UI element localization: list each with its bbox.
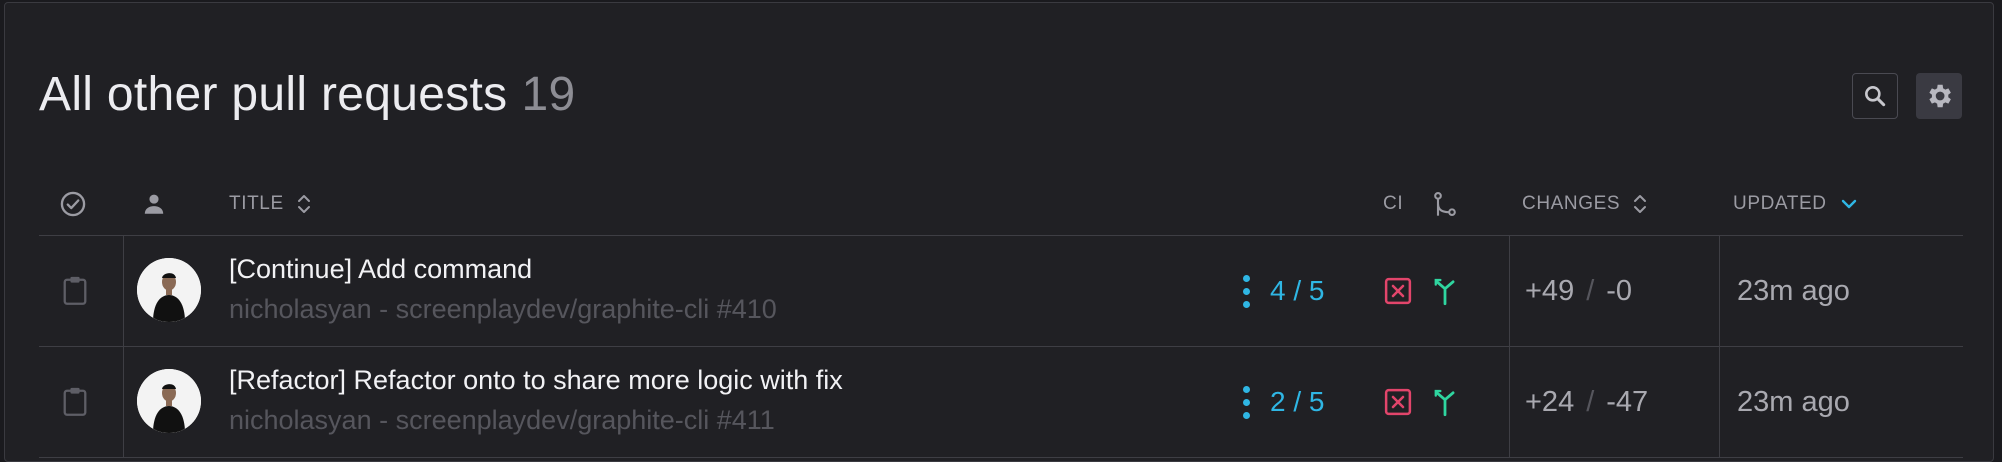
branch-icon	[1434, 191, 1456, 217]
search-button[interactable]	[1852, 73, 1898, 119]
merge-column-header	[1431, 173, 1459, 235]
review-status[interactable]: 4 / 5	[1243, 266, 1324, 316]
clipboard-icon	[63, 276, 87, 305]
table-row[interactable]: [Continue] Add command nicholasyan - scr…	[39, 236, 1963, 347]
author-photo	[137, 369, 201, 433]
column-divider	[123, 236, 124, 346]
title-column-label: TITLE	[229, 193, 284, 214]
changes-column-header[interactable]: CHANGES	[1522, 173, 1648, 235]
column-divider	[1719, 236, 1720, 346]
additions: +49	[1525, 274, 1575, 307]
pr-title[interactable]: [Continue] Add command	[229, 254, 532, 285]
author-column	[141, 173, 167, 235]
settings-button[interactable]	[1916, 73, 1962, 119]
ci-failed-icon	[1384, 388, 1412, 416]
clipboard-icon	[63, 387, 87, 416]
changes-count: +49 / -0	[1525, 266, 1632, 316]
title-column-header[interactable]: TITLE	[229, 173, 312, 235]
author-photo	[137, 258, 201, 322]
changes-count: +24 / -47	[1525, 377, 1648, 427]
ci-failed-icon	[1384, 277, 1412, 305]
more-vertical-icon	[1243, 274, 1250, 308]
row-checkbox[interactable]	[61, 385, 89, 417]
chevron-down-icon	[1841, 199, 1856, 209]
ci-column-header: CI	[1383, 173, 1403, 235]
ci-status[interactable]	[1383, 387, 1413, 417]
changes-column-label: CHANGES	[1522, 193, 1621, 214]
updated-column-header[interactable]: UPDATED	[1733, 173, 1859, 235]
pr-subtitle: nicholasyan - screenplaydev/graphite-cli…	[229, 405, 775, 435]
ci-column-label: CI	[1383, 193, 1404, 214]
pr-subtitle: nicholasyan - screenplaydev/graphite-cli…	[229, 294, 777, 324]
pull-requests-panel: All other pull requests 19 TITLE CI CHAN…	[4, 2, 1994, 462]
select-all-column[interactable]	[59, 173, 87, 235]
merge-icon	[1434, 389, 1455, 417]
gear-icon	[1929, 84, 1951, 108]
person-icon	[144, 194, 164, 214]
changes-separator: /	[1586, 274, 1595, 307]
table-header: TITLE CI CHANGES UPDATED	[39, 173, 1963, 236]
page-title: All other pull requests 19	[39, 67, 575, 122]
check-circle-icon	[60, 191, 86, 217]
column-divider	[1509, 236, 1510, 346]
page-title-text: All other pull requests	[39, 68, 508, 121]
table-row[interactable]: [Refactor] Refactor onto to share more l…	[39, 347, 1963, 458]
avatar	[137, 369, 201, 433]
updated-time: 23m ago	[1737, 274, 1850, 307]
updated-column-label: UPDATED	[1733, 193, 1827, 214]
review-count: 4 / 5	[1270, 275, 1325, 306]
search-icon	[1865, 86, 1886, 107]
sort-icon	[1634, 195, 1647, 213]
avatar	[137, 258, 201, 322]
updated-time: 23m ago	[1737, 385, 1850, 418]
more-vertical-icon	[1243, 385, 1250, 419]
pr-count: 19	[521, 68, 576, 121]
sort-icon	[297, 195, 310, 213]
merge-status[interactable]	[1431, 276, 1459, 306]
merge-icon	[1434, 278, 1455, 306]
review-count: 2 / 5	[1270, 386, 1325, 417]
review-status[interactable]: 2 / 5	[1243, 377, 1324, 427]
ci-status[interactable]	[1383, 276, 1413, 306]
additions: +24	[1525, 385, 1575, 418]
column-divider	[1509, 347, 1510, 457]
deletions: -47	[1606, 385, 1649, 418]
column-divider	[123, 347, 124, 457]
row-checkbox[interactable]	[61, 274, 89, 306]
pr-title[interactable]: [Refactor] Refactor onto to share more l…	[229, 365, 843, 396]
changes-separator: /	[1586, 385, 1595, 418]
deletions: -0	[1606, 274, 1633, 307]
merge-status[interactable]	[1431, 387, 1459, 417]
column-divider	[1719, 347, 1720, 457]
